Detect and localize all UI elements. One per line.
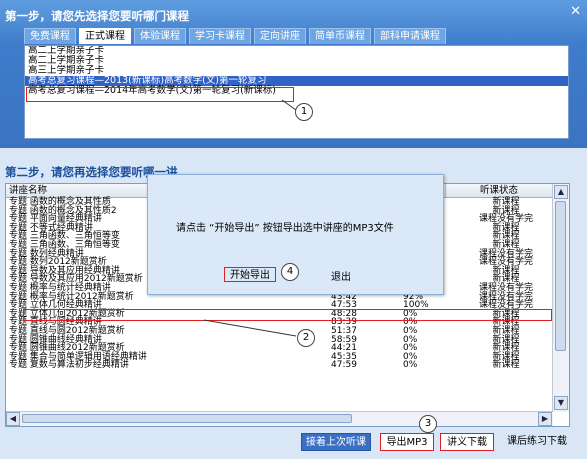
tab-formal[interactable]: 正式课程 <box>79 28 131 44</box>
course-item[interactable]: 高二上学期亲子卡 <box>25 46 568 56</box>
course-item[interactable]: 高二上学期亲子卡 <box>25 56 568 66</box>
scroll-left-icon[interactable]: ◀ <box>6 412 20 426</box>
table-row[interactable]: 专题 复数与算法初步经典精讲 47:59 0% 新课程 <box>6 361 553 370</box>
scroll-right-icon[interactable]: ▶ <box>538 412 552 426</box>
marker-2: 2 <box>297 329 315 347</box>
tab-apply[interactable]: 部科申请课程 <box>374 28 446 44</box>
horizontal-scroll-thumb[interactable] <box>22 414 352 423</box>
vertical-scrollbar[interactable]: ▲ ▼ <box>552 184 569 412</box>
close-icon[interactable]: ✕ <box>570 4 581 19</box>
tab-free[interactable]: 免费课程 <box>24 28 76 44</box>
export-dialog: 请点击 “开始导出” 按钮导出选中讲座的MP3文件 开始导出 4 退出 <box>147 174 444 295</box>
cell-status: 新课程 <box>492 360 520 371</box>
marker-1: 1 <box>295 103 313 121</box>
marker-3: 3 <box>419 415 437 433</box>
start-export-button[interactable]: 开始导出 <box>224 267 276 282</box>
tab-coin[interactable]: 简单币课程 <box>309 28 371 44</box>
callout-box-1 <box>26 87 294 102</box>
resume-button[interactable]: 接着上次听课 <box>301 433 371 451</box>
course-tabs: 免费课程 正式课程 体验课程 学习卡课程 定向讲座 简单币课程 部科申请课程 <box>24 28 446 44</box>
cell-pct: 0% <box>403 360 418 371</box>
export-mp3-button[interactable]: 导出MP3 <box>380 433 434 451</box>
scroll-up-icon[interactable]: ▲ <box>554 185 568 199</box>
vertical-scroll-thumb[interactable] <box>555 201 566 351</box>
tab-study-card[interactable]: 学习卡课程 <box>189 28 251 44</box>
horizontal-scrollbar[interactable]: ◀ ▶ <box>6 411 553 426</box>
step1-title: 第一步，请您先选择您要听哪门课程 <box>5 9 189 23</box>
exercise-download-button[interactable]: 课后练习下载 <box>502 433 572 451</box>
tab-trial[interactable]: 体验课程 <box>134 28 186 44</box>
handout-download-button[interactable]: 讲义下载 <box>440 433 494 451</box>
scroll-down-icon[interactable]: ▼ <box>554 396 568 410</box>
header-status: 听课状态 <box>446 184 553 197</box>
tab-directed[interactable]: 定向讲座 <box>254 28 306 44</box>
exit-button[interactable]: 退出 <box>331 268 351 283</box>
cell-name: 专题 复数与算法初步经典精讲 <box>9 360 129 371</box>
callout-line-2 <box>203 319 297 337</box>
marker-4: 4 <box>281 263 299 281</box>
export-message: 请点击 “开始导出” 按钮导出选中讲座的MP3文件 <box>176 223 394 234</box>
cell-dur: 47:59 <box>331 360 357 371</box>
